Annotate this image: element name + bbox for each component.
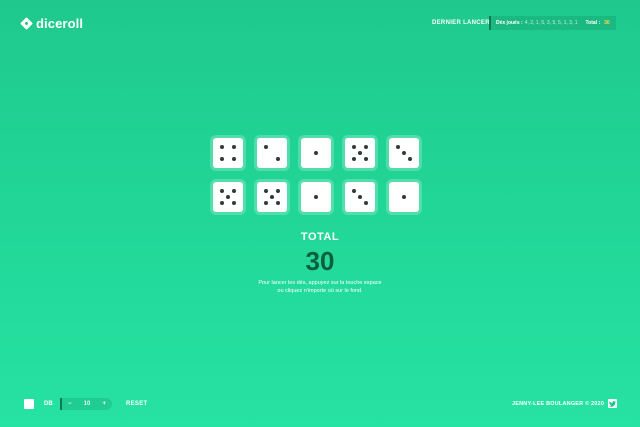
history-values: 4, 2, 1, 5, 3, 5, 5, 1, 3, 1 (524, 20, 578, 26)
die-pip (364, 201, 368, 205)
die-pip (232, 189, 236, 193)
die-pip (352, 145, 356, 149)
total-value: 30 (305, 246, 335, 276)
die-pip (314, 195, 318, 199)
die-face (389, 182, 419, 212)
die-face (213, 182, 243, 212)
last-roll-label: DERNIER LANCER (432, 20, 490, 26)
die-face (301, 182, 331, 212)
instructions: Pour lancer les dés, appuyez sur la touc… (0, 279, 640, 295)
die-face (257, 182, 287, 212)
die-8[interactable] (298, 179, 334, 215)
die-9[interactable] (342, 179, 378, 215)
instructions-line-2: ou cliquez n'importe où sur le fond. (277, 288, 363, 294)
instructions-line-1: Pour lancer les dés, appuyez sur la touc… (258, 280, 382, 286)
die-pip (220, 201, 224, 205)
die-1[interactable] (210, 135, 246, 171)
die-pip (314, 151, 318, 155)
die-pip (220, 145, 224, 149)
die-face (345, 138, 375, 168)
logo[interactable]: diceroll (20, 16, 84, 31)
die-2[interactable] (254, 135, 290, 171)
die-face (257, 138, 287, 168)
die-pip (220, 157, 224, 161)
die-pip (276, 157, 280, 161)
die-10[interactable] (386, 179, 422, 215)
die-pip (352, 189, 356, 193)
die-pip (364, 145, 368, 149)
die-3[interactable] (298, 135, 334, 171)
die-pip (402, 151, 406, 155)
die-face (213, 138, 243, 168)
die-4[interactable] (342, 135, 378, 171)
die-pip (264, 189, 268, 193)
die-pip (276, 189, 280, 193)
die-pip (270, 195, 274, 199)
die-pip (232, 157, 236, 161)
dice-count-stepper: − 10 + (60, 398, 112, 410)
die-pip (358, 151, 362, 155)
history-total-value: 30 (604, 20, 610, 26)
die-pip (232, 145, 236, 149)
logo-text: diceroll (36, 16, 84, 31)
reset-button[interactable]: RESET (126, 401, 148, 407)
die-face (345, 182, 375, 212)
db-checkbox[interactable] (24, 399, 34, 409)
die-pip (264, 145, 268, 149)
die-pip (264, 201, 268, 205)
dice-diamond-icon (20, 17, 33, 30)
die-pip (358, 195, 362, 199)
die-pip (232, 201, 236, 205)
die-pip (352, 157, 356, 161)
increment-button[interactable]: + (102, 401, 106, 407)
dice-grid[interactable] (210, 135, 430, 215)
die-pip (396, 145, 400, 149)
db-label: DB (44, 401, 53, 407)
roll-history: Dés joués : 4, 2, 1, 5, 3, 5, 5, 1, 3, 1… (489, 16, 616, 30)
die-pip (276, 201, 280, 205)
credit-text: JENNY-LEE BOULANGER © 2020 (512, 401, 605, 407)
total-label: TOTAL (300, 231, 340, 243)
die-5[interactable] (386, 135, 422, 171)
history-label: Dés joués : (496, 20, 523, 26)
die-pip (364, 157, 368, 161)
dice-count-value: 10 (83, 401, 91, 407)
die-pip (220, 189, 224, 193)
twitter-icon[interactable] (608, 399, 617, 408)
twitter-bird-glyph (609, 400, 616, 407)
die-face (301, 138, 331, 168)
decrement-button[interactable]: − (68, 401, 72, 407)
die-pip (408, 157, 412, 161)
die-6[interactable] (210, 179, 246, 215)
die-pip (402, 195, 406, 199)
die-7[interactable] (254, 179, 290, 215)
die-pip (226, 195, 230, 199)
die-face (389, 138, 419, 168)
history-total-label: Total : (585, 20, 601, 26)
